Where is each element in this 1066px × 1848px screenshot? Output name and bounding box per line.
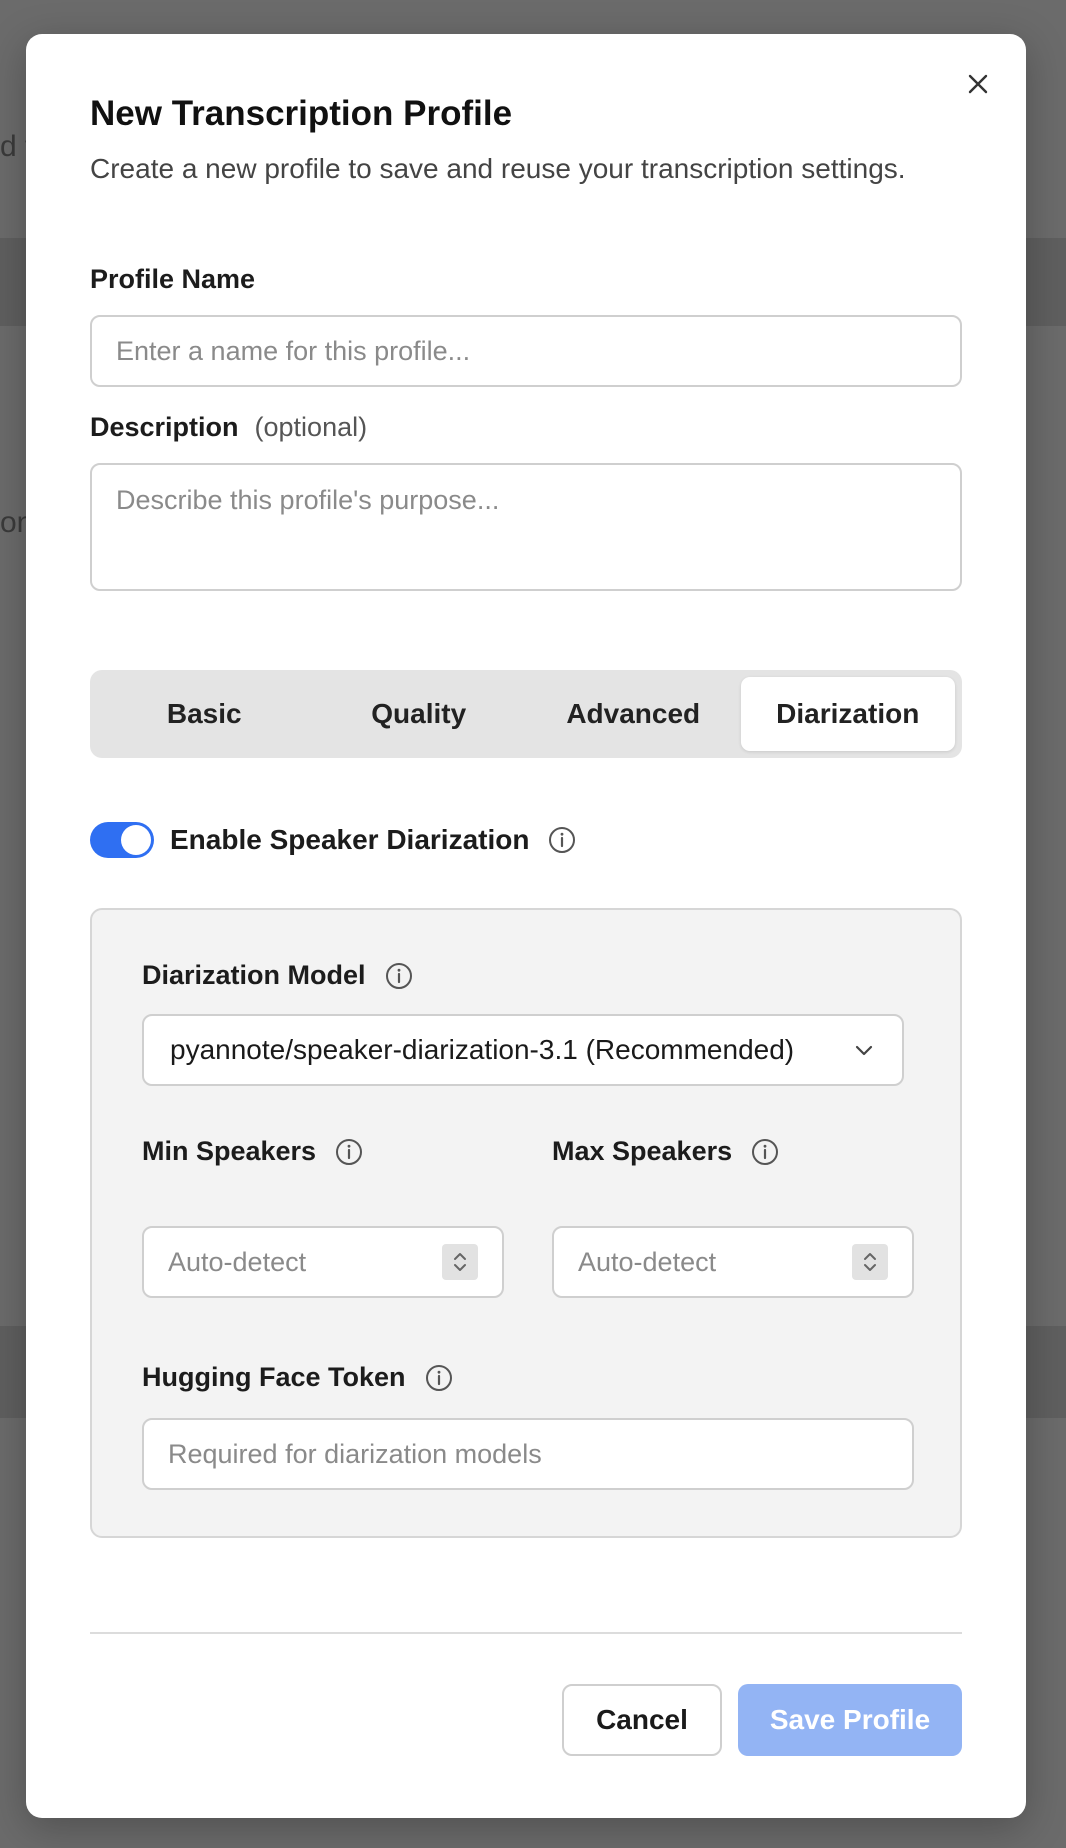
info-icon[interactable] [384, 961, 414, 991]
optional-hint: (optional) [254, 412, 368, 442]
profile-name-label: Profile Name [90, 264, 255, 295]
new-profile-dialog: New Transcription Profile Create a new p… [26, 34, 1026, 1818]
hf-token-placeholder: Required for diarization models [168, 1438, 542, 1469]
info-icon[interactable] [547, 825, 577, 855]
hf-token-input[interactable]: Required for diarization models [142, 1418, 914, 1490]
diarization-model-value: pyannote/speaker-diarization-3.1 (Recomm… [170, 1034, 795, 1065]
diarization-model-label-text: Diarization Model [142, 960, 366, 990]
dialog-title: New Transcription Profile [90, 94, 513, 133]
info-icon[interactable] [750, 1137, 780, 1167]
min-speakers-label-text: Min Speakers [142, 1136, 317, 1166]
description-label: Description (optional) [90, 412, 367, 443]
info-icon[interactable] [424, 1363, 454, 1393]
enable-diarization-toggle[interactable] [90, 822, 154, 858]
close-icon [968, 74, 988, 94]
description-textarea[interactable]: Describe this profile's purpose... [90, 463, 962, 591]
dialog-subtitle: Create a new profile to save and reuse y… [90, 153, 906, 184]
min-speakers-stepper[interactable] [442, 1244, 478, 1280]
hf-token-label: Hugging Face Token [142, 1362, 454, 1393]
hf-token-label-text: Hugging Face Token [142, 1362, 406, 1392]
save-profile-button[interactable]: Save Profile [738, 1684, 962, 1756]
profile-name-input[interactable]: Enter a name for this profile... [90, 315, 962, 387]
description-placeholder: Describe this profile's purpose... [116, 485, 500, 515]
max-speakers-stepper[interactable] [852, 1244, 888, 1280]
tab-diarization[interactable]: Diarization [740, 677, 955, 751]
profile-name-placeholder: Enter a name for this profile... [116, 335, 471, 366]
tab-advanced[interactable]: Advanced [526, 677, 741, 751]
toggle-knob [121, 825, 151, 855]
description-label-text: Description [90, 412, 239, 442]
footer-divider [90, 1632, 962, 1634]
tab-quality[interactable]: Quality [312, 677, 527, 751]
settings-tabs: Basic Quality Advanced Diarization [90, 670, 962, 758]
chevron-down-icon [855, 1045, 873, 1056]
enable-diarization-label: Enable Speaker Diarization [170, 824, 530, 855]
min-speakers-placeholder: Auto-detect [168, 1246, 307, 1277]
profile-name-label-text: Profile Name [90, 264, 256, 294]
stepper-arrows-icon [454, 1253, 466, 1271]
diarization-toggle-row: Enable Speaker Diarization [90, 822, 577, 858]
diarization-settings-panel: Diarization Model pyannote/speaker-diari… [90, 908, 962, 1538]
diarization-model-label: Diarization Model [142, 960, 414, 991]
info-icon[interactable] [334, 1137, 364, 1167]
min-speakers-input[interactable]: Auto-detect [142, 1226, 504, 1298]
close-button[interactable] [958, 64, 998, 104]
stepper-arrows-icon [864, 1253, 876, 1271]
tab-basic[interactable]: Basic [97, 677, 312, 751]
min-speakers-label: Min Speakers [142, 1136, 364, 1167]
max-speakers-placeholder: Auto-detect [578, 1246, 717, 1277]
max-speakers-label-text: Max Speakers [552, 1136, 733, 1166]
cancel-button[interactable]: Cancel [562, 1684, 722, 1756]
max-speakers-label: Max Speakers [552, 1136, 780, 1167]
max-speakers-input[interactable]: Auto-detect [552, 1226, 914, 1298]
diarization-model-select[interactable]: pyannote/speaker-diarization-3.1 (Recomm… [142, 1014, 904, 1086]
